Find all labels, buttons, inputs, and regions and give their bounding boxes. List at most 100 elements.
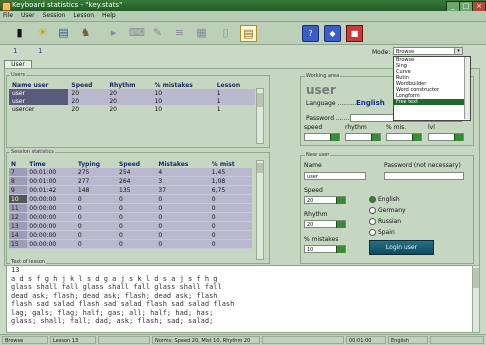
working-rhythm-field[interactable] <box>345 133 381 141</box>
cell: 11 <box>9 203 28 213</box>
lesson-icon[interactable]: ✎ <box>150 25 165 40</box>
table-row[interactable]: 9 00:01:42 148 135 37 6,75 <box>9 185 252 195</box>
session-stats-scrollbar[interactable] <box>256 160 264 260</box>
column-header[interactable]: Lesson <box>214 81 255 89</box>
walker-icon[interactable]: ♞ <box>78 25 93 40</box>
play-icon[interactable]: ▸ <box>106 25 121 40</box>
stop-icon[interactable]: ■ <box>346 25 363 42</box>
levels-icon[interactable]: ≡ <box>172 25 187 40</box>
column-header[interactable]: Speed <box>68 81 106 89</box>
help-icon[interactable]: ? <box>302 25 319 42</box>
cell: 00:00:00 <box>27 230 76 240</box>
grid-icon[interactable]: ▦ <box>194 25 209 40</box>
run-icon[interactable]: ☀ <box>35 25 50 40</box>
spinner-icon[interactable] <box>336 246 345 253</box>
login-user-button[interactable]: Login user <box>369 240 434 255</box>
cell: 3 <box>156 176 210 186</box>
working-level-field[interactable] <box>428 133 464 141</box>
table-row[interactable]: 14 00:00:00 0 0 0 0 <box>9 230 252 240</box>
cell: 1,45 <box>209 168 252 177</box>
menu-lesson[interactable]: Lesson <box>70 11 97 21</box>
menu-help[interactable]: Help <box>99 11 119 21</box>
radio-label: Spain <box>378 229 395 236</box>
table-row[interactable]: user 20 20 10 1 <box>9 89 255 97</box>
cell: 0 <box>75 203 118 213</box>
new-user-title: New user <box>305 152 331 158</box>
table-row[interactable]: 11 00:00:00 0 0 0 0 <box>9 203 252 213</box>
column-header[interactable]: Rhythm <box>106 81 151 89</box>
notes-icon[interactable]: ▯ <box>218 25 233 40</box>
menu-file[interactable]: File <box>0 11 16 21</box>
spinner-icon[interactable] <box>330 134 339 141</box>
table-row[interactable]: 8 00:01:00 277 264 3 1,08 <box>9 176 252 186</box>
column-header[interactable]: Mistakes <box>156 160 209 168</box>
table-row[interactable]: user 20 20 10 1 <box>9 97 255 105</box>
scroll-thumb[interactable] <box>473 268 479 288</box>
cell: 20 <box>106 89 152 97</box>
column-header[interactable]: % mist <box>210 160 252 168</box>
cell: 0 <box>209 194 252 204</box>
lesson-title: Text of lesson <box>10 259 47 265</box>
working-mistakes-field[interactable] <box>386 133 422 141</box>
scroll-thumb[interactable] <box>257 163 263 173</box>
table-row[interactable]: 13 00:00:00 0 0 0 0 <box>9 221 252 231</box>
cell: 20 <box>68 97 107 105</box>
new-mistakes-field[interactable]: 10 <box>304 245 346 253</box>
status-norms: Norms: Speed 20, Mist 10, Rhythm 20 <box>152 336 260 344</box>
bars-icon[interactable]: ▮ <box>12 25 27 40</box>
table-row[interactable]: 7 00:01:00 275 254 4 1,45 <box>9 168 252 177</box>
chevron-down-icon[interactable]: ▾ <box>454 48 462 54</box>
column-header[interactable]: Speed <box>117 160 156 168</box>
working-area-title: Working area <box>305 73 341 79</box>
working-speed-field[interactable] <box>304 133 340 141</box>
lesson-text-area[interactable]: 13 a d s f g h j k l s d g a j s k l d s… <box>6 265 473 333</box>
spinner-icon[interactable] <box>412 134 421 141</box>
table-row[interactable]: 15 00:00:00 0 0 0 0 <box>9 239 252 249</box>
spinner-icon[interactable] <box>371 134 380 141</box>
spinner-icon[interactable] <box>336 197 345 204</box>
menu-session[interactable]: Session <box>40 11 69 21</box>
lesson-scrollbar[interactable] <box>472 265 480 333</box>
app-icon <box>2 2 11 11</box>
language-radio-russian[interactable]: Russian <box>369 218 401 225</box>
new-rhythm-field[interactable]: 20 <box>304 220 346 228</box>
column-header[interactable]: Time <box>27 160 76 168</box>
window-title: Keyboard statistics - "key.stats" <box>12 1 123 9</box>
language-radio-english[interactable]: English <box>369 196 400 203</box>
column-header[interactable]: % mistakes <box>151 81 213 89</box>
stats-icon[interactable]: ▤ <box>56 25 71 40</box>
status-bar: Browse Lesson 13 Norms: Speed 20, Mist 1… <box>0 334 486 345</box>
title-bar: Keyboard statistics - "key.stats" _ □ × <box>0 0 486 12</box>
level-label: lvl <box>428 124 435 131</box>
cell: 00:00:00 <box>27 239 76 249</box>
cell: 0 <box>209 203 252 213</box>
table-row[interactable]: usercer 20 20 10 1 <box>9 105 255 113</box>
spinner-icon[interactable] <box>454 134 463 141</box>
language-radio-spain[interactable]: Spain <box>369 229 395 236</box>
table-row[interactable]: 12 00:00:00 0 0 0 0 <box>9 212 252 222</box>
column-header[interactable]: N <box>9 160 27 168</box>
column-header[interactable]: Name user <box>9 81 68 89</box>
keys-icon[interactable]: ⌨ <box>129 25 145 40</box>
cell: 00:01:00 <box>27 168 76 177</box>
mistakes-label: % mis. <box>386 124 407 131</box>
mode-dropdown[interactable]: Browse Sing Curve Rutin Wordbuilder Word… <box>393 56 471 121</box>
column-header[interactable]: Typing <box>76 160 117 168</box>
scroll-thumb[interactable] <box>257 93 263 107</box>
status-time: 00:01:00 <box>346 336 386 344</box>
cell: 0 <box>117 194 157 204</box>
table-row-current[interactable]: 10 00:00:00 0 0 0 0 <box>9 194 252 204</box>
new-password-field[interactable] <box>384 172 464 180</box>
mode-option-highlighted[interactable]: Free text <box>394 99 470 105</box>
users-scrollbar[interactable] <box>256 88 264 144</box>
name-field[interactable]: user <box>304 172 366 180</box>
language-radio-germany[interactable]: Germany <box>369 207 406 214</box>
new-speed-field[interactable]: 20 <box>304 196 346 204</box>
cell: 00:00:00 <box>27 212 76 222</box>
notes-selected-icon[interactable]: ▤ <box>240 25 257 42</box>
mode-select[interactable]: Browse ▾ <box>393 47 463 55</box>
info-icon[interactable]: ◆ <box>324 25 341 42</box>
menu-user[interactable]: User <box>18 11 38 21</box>
spinner-icon[interactable] <box>336 221 345 228</box>
dropdown-scrollbar[interactable] <box>464 57 470 119</box>
